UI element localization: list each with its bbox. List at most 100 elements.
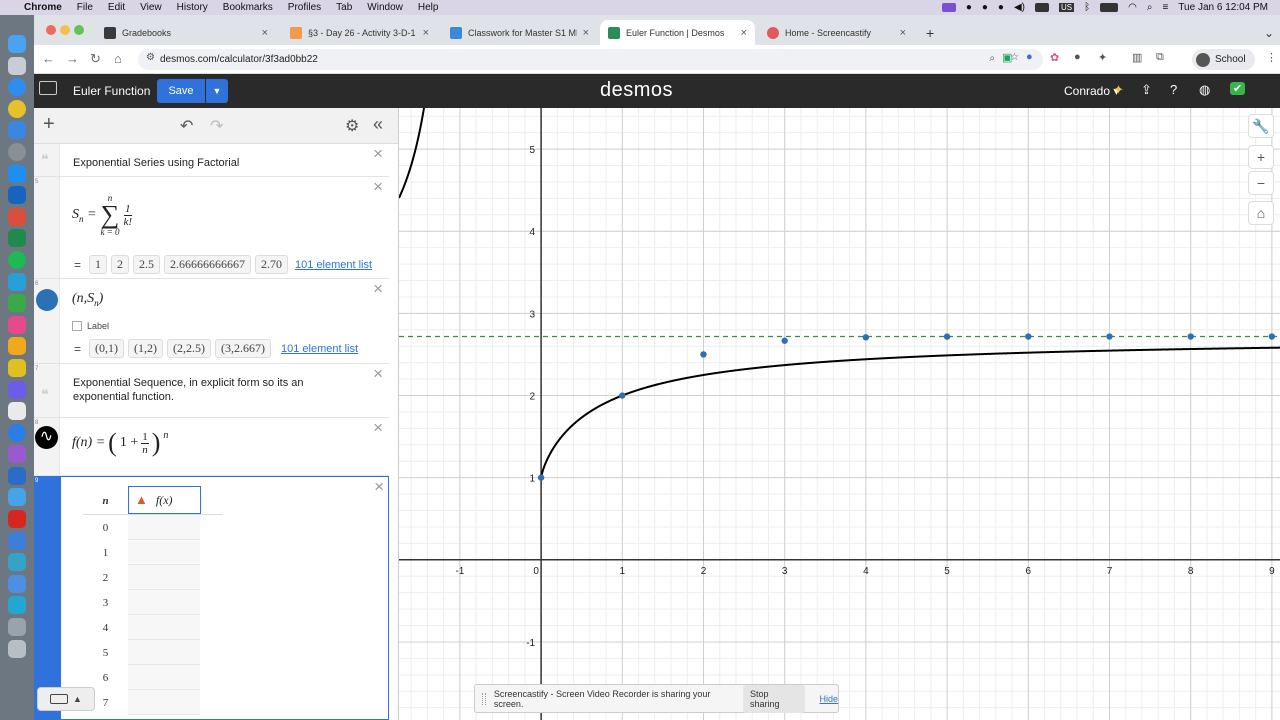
table-expression[interactable]: × n ▲ f(x) 0 1 2 3 4 5 6 7: [60, 476, 389, 720]
delete-icon[interactable]: ×: [373, 144, 383, 164]
menu-window[interactable]: Window: [367, 2, 403, 13]
app-icon[interactable]: [8, 618, 26, 637]
delete-icon[interactable]: ×: [374, 477, 384, 497]
label-checkbox[interactable]: [72, 321, 82, 331]
note-expression[interactable]: ❝ × Exponential Series using Factorial: [34, 144, 389, 177]
table-cell[interactable]: [128, 665, 200, 690]
app-icon[interactable]: [8, 574, 26, 593]
close-icon[interactable]: ×: [583, 27, 589, 39]
window-zoom-button[interactable]: [74, 25, 84, 35]
close-icon[interactable]: ×: [900, 27, 906, 39]
more-menu-icon[interactable]: ⋮: [1266, 51, 1277, 64]
app-icon[interactable]: [8, 272, 26, 291]
table-cell[interactable]: [128, 540, 200, 565]
window-close-button[interactable]: [46, 25, 56, 35]
default-view-home-icon[interactable]: ⌂: [1248, 201, 1274, 225]
graph-canvas[interactable]: -1 0 1 2 3 4 5 6 7 8 9 -1 1 2 3 4 5: [399, 108, 1280, 720]
menu-profiles[interactable]: Profiles: [288, 2, 321, 13]
save-dropdown-button[interactable]: ▼: [206, 79, 228, 103]
graph-settings-wrench-icon[interactable]: 🔧: [1248, 114, 1274, 138]
acrobat-icon[interactable]: [8, 510, 26, 529]
table-cell[interactable]: [128, 515, 200, 540]
zoom-icon[interactable]: ⌕: [989, 53, 995, 64]
battery-icon[interactable]: [1100, 3, 1119, 12]
menu-tab[interactable]: Tab: [336, 2, 352, 13]
app-icon[interactable]: [8, 596, 26, 615]
close-icon[interactable]: ×: [262, 27, 268, 39]
tab-screencastify[interactable]: Home - Screencastify ×: [759, 20, 914, 45]
status-icon[interactable]: ●: [998, 2, 1004, 13]
app-icon[interactable]: [8, 553, 26, 572]
spotify-icon[interactable]: [8, 250, 26, 269]
app-icon[interactable]: [8, 531, 26, 550]
control-center-icon[interactable]: ≡: [1162, 2, 1168, 13]
hide-button[interactable]: Hide: [819, 694, 838, 704]
app-icon[interactable]: [8, 423, 26, 442]
table-row[interactable]: 3: [83, 597, 128, 609]
menu-edit[interactable]: Edit: [108, 2, 125, 13]
menu-help[interactable]: Help: [418, 2, 439, 13]
trash-icon[interactable]: [8, 639, 26, 658]
extension-icon[interactable]: ●: [1026, 51, 1033, 63]
expression-row[interactable]: 5 × Sn = n ∑ k = 0 1 k! = 1 2 2.5 2.66666…: [34, 177, 389, 279]
delete-icon[interactable]: ×: [373, 177, 383, 197]
graph-paper[interactable]: -1 0 1 2 3 4 5 6 7 8 9 -1 1 2 3 4 5 🔧 + − ⌂: [399, 108, 1280, 720]
profile-button[interactable]: School: [1192, 49, 1255, 70]
close-icon[interactable]: ×: [741, 27, 747, 39]
save-button[interactable]: Save: [157, 79, 205, 103]
mail-icon[interactable]: [8, 121, 26, 140]
bluetooth-icon[interactable]: ᛒ: [1084, 2, 1090, 13]
point-formula[interactable]: (n,Sn): [72, 291, 103, 308]
table-cell[interactable]: [128, 565, 200, 590]
back-icon[interactable]: ←: [42, 51, 55, 66]
close-icon[interactable]: ×: [423, 27, 429, 39]
app-icon[interactable]: [8, 207, 26, 226]
reload-icon[interactable]: ↻: [90, 51, 101, 67]
expression-gutter-selected[interactable]: 9: [34, 476, 60, 720]
add-expression-icon[interactable]: +: [43, 113, 55, 136]
sum-formula[interactable]: Sn = n ∑ k = 0 1 k!: [72, 193, 132, 237]
safari-icon[interactable]: [8, 78, 26, 97]
zoom-out-button[interactable]: −: [1248, 171, 1274, 195]
keyboard-toggle-button[interactable]: ▲: [37, 687, 95, 711]
delete-icon[interactable]: ×: [373, 364, 383, 384]
redo-icon[interactable]: ↷: [210, 116, 223, 136]
table-row[interactable]: 1: [83, 547, 128, 559]
extension-icon[interactable]: ▣: [1002, 51, 1012, 64]
site-info-icon[interactable]: ⚙: [146, 52, 155, 63]
table-cell[interactable]: [128, 615, 200, 640]
table-header-fx[interactable]: ▲ f(x): [128, 486, 201, 514]
app-icon[interactable]: [8, 294, 26, 313]
wifi-icon[interactable]: ◠: [1128, 2, 1137, 13]
podcasts-icon[interactable]: [8, 445, 26, 464]
tab-gradebooks[interactable]: Gradebooks ×: [96, 20, 276, 45]
table-cell[interactable]: [128, 640, 200, 665]
status-icon[interactable]: ●: [966, 2, 972, 13]
tab-classwork[interactable]: Classwork for Master S1 MRW ×: [442, 20, 597, 45]
home-icon[interactable]: ⌂: [114, 51, 122, 66]
folder-icon[interactable]: [39, 81, 57, 95]
outlook-icon[interactable]: [8, 186, 26, 205]
point-style-icon[interactable]: [36, 289, 58, 311]
finder-icon[interactable]: [8, 35, 26, 53]
tab-desmos[interactable]: Euler Function | Desmos ×: [600, 20, 755, 45]
reading-list-icon[interactable]: ▥: [1132, 51, 1142, 64]
undo-icon[interactable]: ↶: [180, 116, 193, 136]
app-icon[interactable]: [8, 380, 26, 399]
delete-icon[interactable]: ×: [373, 418, 383, 438]
screencastify-icon[interactable]: ✔: [1230, 82, 1246, 95]
sparkle-icon[interactable]: ✦: [1113, 82, 1124, 98]
app-icon[interactable]: [8, 337, 26, 356]
user-menu[interactable]: Conrado ▾: [1064, 84, 1119, 98]
forward-icon[interactable]: →: [66, 51, 79, 66]
display-icon[interactable]: [1035, 3, 1049, 12]
clock[interactable]: Tue Jan 6 12:04 PM: [1178, 2, 1268, 13]
element-list-link[interactable]: 101 element list: [295, 259, 372, 271]
window-minimize-button[interactable]: [60, 25, 70, 35]
menu-bookmarks[interactable]: Bookmarks: [223, 2, 273, 13]
function-formula[interactable]: f(n) = ( 1 + 1n ) n: [72, 430, 168, 456]
menu-file[interactable]: File: [77, 2, 93, 13]
chrome-icon[interactable]: [8, 99, 26, 118]
element-list-link[interactable]: 101 element list: [281, 343, 358, 355]
curve-style-icon[interactable]: ∿: [35, 426, 58, 449]
